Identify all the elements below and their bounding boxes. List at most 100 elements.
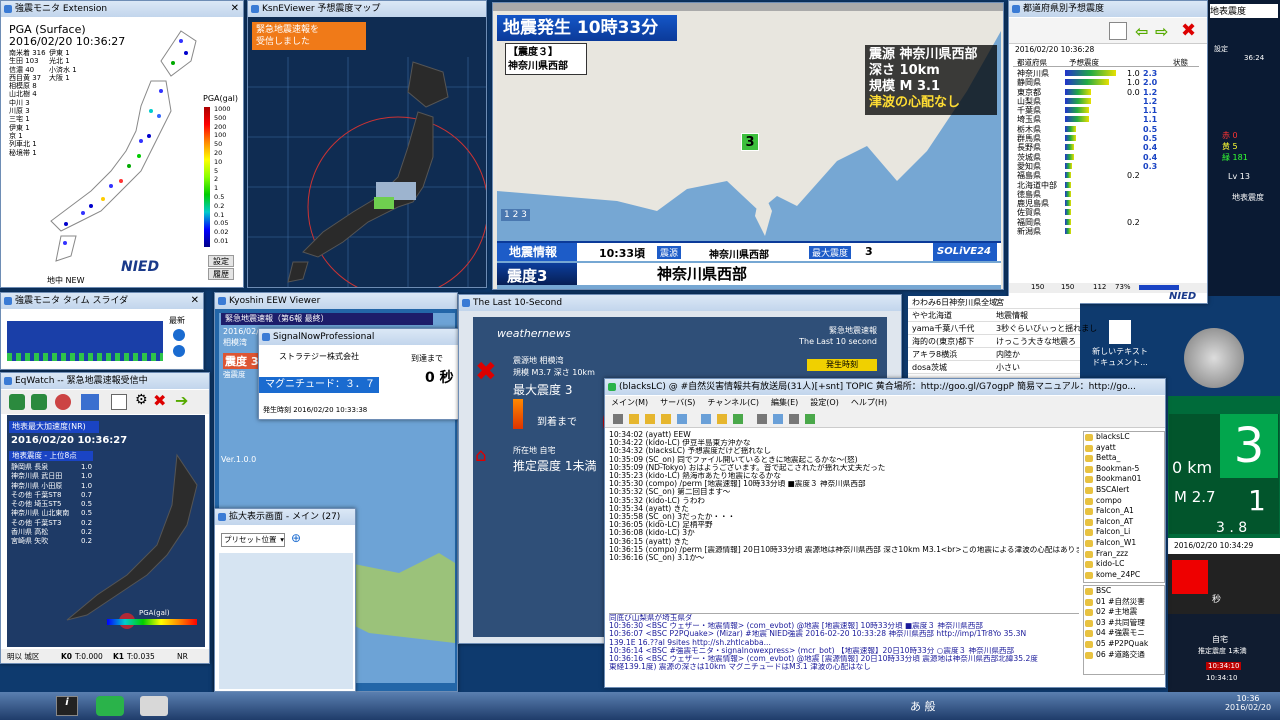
- user-list-item[interactable]: Betta_: [1084, 453, 1164, 464]
- wn-titlebar[interactable]: The Last 10-Second: [459, 295, 901, 311]
- channel-list-item[interactable]: 01 #自然災害: [1084, 597, 1164, 608]
- channel-list-item[interactable]: 03 #共同管理: [1084, 618, 1164, 629]
- live-button[interactable]: [173, 345, 185, 357]
- taskbar-chat-icon[interactable]: [96, 696, 124, 716]
- zoom-titlebar[interactable]: 拡大表示画面 - メイン (27): [215, 509, 355, 525]
- menu-item[interactable]: サーバ(S): [660, 398, 695, 407]
- back-arrow-icon[interactable]: ⇦: [1135, 22, 1148, 41]
- menu-item[interactable]: 編集(E): [771, 398, 798, 407]
- forward-arrow-icon[interactable]: ➔: [175, 391, 188, 410]
- refresh-icon[interactable]: [55, 394, 71, 410]
- user-list-item[interactable]: Fran_zzz: [1084, 549, 1164, 560]
- pref-datetime: 2016/02/20 10:36:28: [1015, 45, 1095, 54]
- menu-item[interactable]: チャンネル(C): [707, 398, 759, 407]
- refresh-icon[interactable]: [1109, 22, 1127, 40]
- feed-row[interactable]: アキラ8横浜 内陸か: [908, 348, 1080, 361]
- channel-list-item[interactable]: 06 #道路交通: [1084, 650, 1164, 661]
- close-x-icon[interactable]: ✖: [1181, 20, 1196, 41]
- pref-value-2: 0.3: [1143, 161, 1158, 171]
- channel-list[interactable]: BSC 01 #自然災害 02 #主地震 03 #共同管理 04 #強震モニ 05 #P2…: [1083, 585, 1165, 675]
- lock-icon[interactable]: [717, 414, 727, 424]
- channel-list-item[interactable]: BSC: [1084, 586, 1164, 597]
- pref-titlebar[interactable]: 都道府県別予想震度: [1009, 1, 1207, 17]
- zoom-icon[interactable]: ⊕: [291, 531, 301, 545]
- eqwatch-titlebar[interactable]: EqWatch -- 緊急地震速報受信中: [1, 373, 209, 389]
- clock-date: 2016/02/20: [1224, 703, 1272, 712]
- channel-list-item[interactable]: 04 #強震モニ: [1084, 628, 1164, 639]
- search-icon[interactable]: [773, 414, 783, 424]
- user-list-item[interactable]: kido-LC: [1084, 559, 1164, 570]
- feed-row[interactable]: yama千葉八千代 3秒ぐらいびぃっと揺れまし: [908, 322, 1097, 335]
- ksne-titlebar[interactable]: KsnEViewer 予想震度マップ: [248, 1, 486, 17]
- toolbar-icon-12[interactable]: [805, 414, 815, 424]
- chat-log[interactable]: 10:34:02 (ayatt) EEW 10:34:22 (kido-LC) 伊…: [609, 431, 1079, 611]
- folder-icon-3[interactable]: [661, 414, 671, 424]
- toolbar-icon-9[interactable]: [757, 414, 767, 424]
- signalnow-titlebar[interactable]: SignalNowProfessional: [259, 329, 459, 345]
- history-button[interactable]: 履歴: [208, 268, 234, 280]
- slider-titlebar[interactable]: 強震モニタ タイム スライダ ✕: [1, 293, 203, 309]
- user-list-item[interactable]: kome_24PC: [1084, 570, 1164, 581]
- search-icon[interactable]: [111, 394, 127, 410]
- channel-list-item[interactable]: 05 #P2PQuak: [1084, 639, 1164, 650]
- right-set: 設定: [1214, 45, 1228, 53]
- taskbar-app-icon[interactable]: [140, 696, 168, 716]
- channel-list-item[interactable]: 02 #主地震: [1084, 607, 1164, 618]
- close-icon[interactable]: ✕: [231, 1, 239, 17]
- close-x-icon[interactable]: ✖: [153, 391, 166, 410]
- toolbar-icon-8[interactable]: [733, 414, 743, 424]
- footer-nr-checkbox[interactable]: NR: [177, 649, 188, 663]
- pga-icon[interactable]: [31, 394, 47, 410]
- ime-indicator[interactable]: あ 般: [910, 698, 936, 714]
- user-list-item[interactable]: Bookman-5: [1084, 464, 1164, 475]
- chat-titlebar[interactable]: (blacksLC) @ #自然災害情報共有放送局(31人)[+snt] TOP…: [605, 379, 1165, 395]
- menu-item[interactable]: 設定(O): [810, 398, 839, 407]
- user-list-item[interactable]: Falcon_AT: [1084, 517, 1164, 528]
- chat-log-secondary[interactable]: 同底び山梨県が埼玉県ダ 10:36:30 <BSC ウェザー・地震情報> (com…: [609, 613, 1079, 683]
- user-list-item[interactable]: BSCAlert: [1084, 485, 1164, 496]
- user-list-item[interactable]: Falcon_A1: [1084, 506, 1164, 517]
- user-list-item[interactable]: ayatt: [1084, 443, 1164, 454]
- feed-user: yama千葉八千代: [912, 324, 975, 333]
- settings-button[interactable]: 設定: [208, 255, 234, 267]
- system-clock[interactable]: 10:36 2016/02/20: [1220, 694, 1276, 712]
- pga-legend-tick: 50: [214, 140, 223, 149]
- close-icon[interactable]: ✕: [191, 293, 199, 309]
- toolbar-icon-5[interactable]: [677, 414, 687, 424]
- user-list[interactable]: blacksLC ayatt Betta_ Bookman-5 Bookman01 BSC…: [1083, 431, 1165, 583]
- station-dot: [147, 134, 151, 138]
- eew-icon[interactable]: [9, 394, 25, 410]
- gear-icon[interactable]: ⚙: [135, 392, 148, 408]
- folder-icon[interactable]: [629, 414, 639, 424]
- user-list-item[interactable]: Falcon_W1: [1084, 538, 1164, 549]
- play-button[interactable]: [173, 329, 185, 341]
- feed-user: 海的の(東京)都下: [912, 337, 975, 346]
- desktop-icon-text-doc[interactable]: 新しいテキスト ドキュメント...: [1090, 320, 1150, 378]
- toolbar-icon-1[interactable]: [613, 414, 623, 424]
- menu-item[interactable]: ヘルプ(H): [851, 398, 887, 407]
- forward-arrow-icon[interactable]: ⇨: [1155, 22, 1168, 41]
- folder-icon-2[interactable]: [645, 414, 655, 424]
- user-list-item[interactable]: compo: [1084, 496, 1164, 507]
- user-list-item[interactable]: Bookman01: [1084, 474, 1164, 485]
- footer-k0-label: K0: [61, 652, 73, 661]
- feed-row[interactable]: dosa茨城 小さい: [908, 361, 1080, 374]
- feed-row[interactable]: やや北海道 地震情報: [908, 309, 1080, 322]
- kyoshin-intensity: 震度 3: [223, 353, 261, 369]
- tv-titlebar[interactable]: [493, 3, 1003, 11]
- user-list-item[interactable]: blacksLC: [1084, 432, 1164, 443]
- feed-row[interactable]: わわみ6日神奈川県全域宮: [908, 296, 1080, 309]
- toolbar-icon-6[interactable]: [701, 414, 711, 424]
- kyoshin-titlebar[interactable]: Kyoshin EEW Viewer: [215, 293, 457, 309]
- feed-row[interactable]: 海的の(東京)都下 けっこう大きな地震ろ: [908, 335, 1080, 348]
- kmoni-titlebar[interactable]: 強震モニタ Extension ✕: [1, 1, 243, 17]
- footer-region[interactable]: 明以 城区: [7, 649, 39, 663]
- type-icon[interactable]: [81, 394, 99, 410]
- preset-select[interactable]: プリセット位置 ▾: [221, 533, 285, 547]
- user-list-item[interactable]: Falcon_Li: [1084, 527, 1164, 538]
- toolbar-icon-11[interactable]: [789, 414, 799, 424]
- menu-item[interactable]: メイン(M): [611, 398, 648, 407]
- eq-station-row: 香川県 高松 0.2: [11, 528, 95, 537]
- timeline-graph[interactable]: [7, 321, 163, 361]
- taskbar-info-icon[interactable]: i: [56, 696, 78, 716]
